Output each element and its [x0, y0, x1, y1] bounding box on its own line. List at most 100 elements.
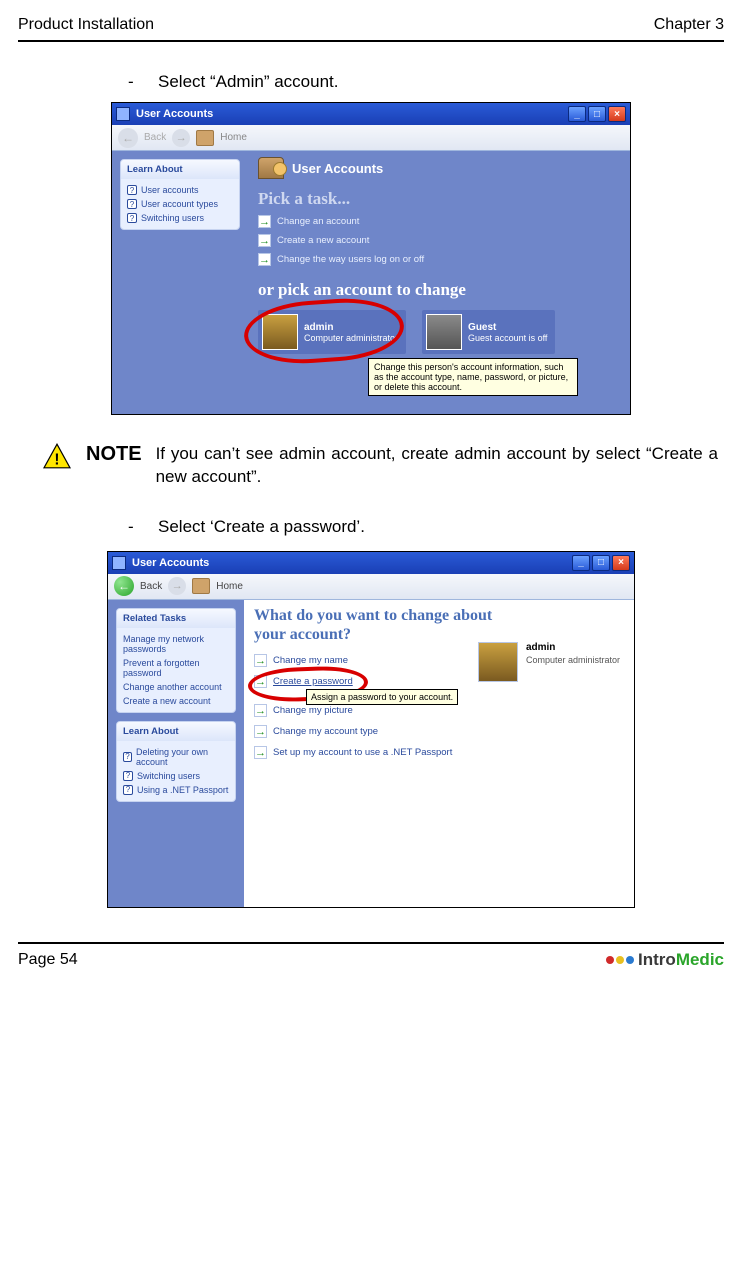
minimize-button[interactable]: _: [572, 555, 590, 571]
avatar: [262, 314, 298, 350]
header-left: Product Installation: [18, 16, 154, 34]
related-tasks-card: Related Tasks Manage my network password…: [116, 608, 236, 713]
related-item[interactable]: Manage my network passwords: [123, 632, 229, 656]
toolbar: ← Back → Home: [108, 574, 634, 600]
task-label: Change the way users log on or off: [277, 254, 424, 265]
users-icon: [258, 157, 284, 179]
side-panel: Related Tasks Manage my network password…: [108, 600, 244, 907]
dash-icon: -: [128, 517, 138, 537]
help-icon: ?: [123, 785, 133, 795]
related-label: Manage my network passwords: [123, 634, 229, 654]
account-admin[interactable]: adminComputer administrator: [258, 310, 406, 354]
home-icon[interactable]: [192, 578, 210, 594]
related-label: Prevent a forgotten password: [123, 658, 229, 678]
learn-item[interactable]: ?Using a .NET Passport: [123, 783, 229, 797]
related-label: Change another account: [123, 682, 222, 692]
home-label: Home: [220, 132, 247, 143]
task-label: Create a password: [273, 676, 353, 687]
account-role: Guest account is off: [468, 333, 547, 343]
step-2: - Select ‘Create a password’.: [128, 517, 724, 537]
task-change-picture[interactable]: → Change my picture: [254, 704, 624, 717]
learn-item-label: User accounts: [141, 185, 199, 195]
maximize-button[interactable]: □: [588, 106, 606, 122]
dash-icon: -: [128, 72, 138, 92]
warning-icon: !: [42, 443, 72, 469]
back-label: Back: [140, 581, 162, 592]
learn-item[interactable]: ?User accounts: [127, 183, 233, 197]
home-icon[interactable]: [196, 130, 214, 146]
task-passport[interactable]: →Set up my account to use a .NET Passpor…: [254, 746, 624, 759]
note-block: ! NOTE If you can’t see admin account, c…: [42, 443, 724, 489]
main-area: What do you want to change about your ac…: [244, 600, 634, 907]
brand-logo: IntroMedic: [606, 950, 724, 970]
note-text: If you can’t see admin account, create a…: [156, 443, 724, 489]
arrow-icon: →: [258, 215, 271, 228]
task-create-account[interactable]: → Create a new account: [258, 234, 620, 247]
related-item[interactable]: Prevent a forgotten password: [123, 656, 229, 680]
step-1: - Select “Admin” account.: [128, 72, 724, 92]
minimize-button[interactable]: _: [568, 106, 586, 122]
learn-item[interactable]: ? Switching users: [127, 211, 233, 225]
learn-item-label: Deleting your own account: [136, 747, 229, 767]
task-change-type[interactable]: →Change my account type: [254, 725, 624, 738]
tooltip: Change this person's account information…: [368, 358, 578, 396]
task-label: Change my picture: [273, 705, 353, 716]
arrow-icon: →: [258, 253, 271, 266]
related-item[interactable]: Create a new account: [123, 694, 229, 708]
forward-icon[interactable]: →: [168, 577, 186, 595]
task-label: Change my name: [273, 655, 348, 666]
arrow-icon: →: [258, 234, 271, 247]
learn-item-label: Switching users: [141, 213, 204, 223]
forward-icon[interactable]: →: [172, 129, 190, 147]
maximize-button[interactable]: □: [592, 555, 610, 571]
account-guest[interactable]: GuestGuest account is off: [422, 310, 555, 354]
card-title: Related Tasks: [117, 609, 235, 628]
pick-task-heading: Pick a task...: [258, 189, 620, 209]
main-title: User Accounts: [292, 161, 383, 176]
svg-text:!: !: [54, 451, 59, 468]
close-button[interactable]: ×: [608, 106, 626, 122]
window-title: User Accounts: [132, 557, 570, 569]
accounts-row: adminComputer administrator GuestGuest a…: [258, 310, 620, 354]
learn-item-label: Switching users: [137, 771, 200, 781]
learn-item-label: User account types: [141, 199, 218, 209]
account-name: admin: [304, 322, 398, 333]
learn-item[interactable]: ? Switching users: [123, 769, 229, 783]
arrow-icon: →: [254, 746, 267, 759]
window-icon: [116, 107, 130, 121]
page-footer: Page 54 IntroMedic: [18, 942, 724, 970]
toolbar: ← Back → Home: [112, 125, 630, 151]
help-icon: ?: [123, 771, 133, 781]
note-label: NOTE: [86, 443, 142, 466]
learn-item[interactable]: ? Deleting your own account: [123, 745, 229, 769]
arrow-icon: →: [254, 704, 267, 717]
task-label: Create a new account: [277, 235, 369, 246]
main-area: User Accounts Pick a task... →Change an …: [248, 151, 630, 414]
arrow-icon: →: [254, 654, 267, 667]
account-role: Computer administrator: [304, 333, 398, 343]
close-button[interactable]: ×: [612, 555, 630, 571]
logo-mark-icon: [606, 956, 634, 964]
account-role: Computer administrator: [526, 655, 620, 665]
back-label: Back: [144, 132, 166, 143]
back-icon[interactable]: ←: [114, 576, 134, 596]
task-create-password[interactable]: → Create a password: [254, 675, 624, 688]
help-icon: ?: [123, 752, 132, 762]
back-icon[interactable]: ←: [118, 128, 138, 148]
screenshot-2: User Accounts _ □ × ← Back → Home Relate…: [107, 551, 635, 908]
arrow-icon: →: [254, 675, 267, 688]
task-change-account[interactable]: →Change an account: [258, 215, 620, 228]
related-item[interactable]: Change another account: [123, 680, 229, 694]
home-label: Home: [216, 581, 243, 592]
change-heading: What do you want to change about your ac…: [254, 606, 514, 644]
titlebar: User Accounts _ □ ×: [108, 552, 634, 574]
task-label: Change my account type: [273, 726, 378, 737]
help-icon: ?: [127, 213, 137, 223]
brand-text-green: Medic: [676, 950, 724, 969]
tooltip: Assign a password to your account.: [306, 689, 458, 705]
window-icon: [112, 556, 126, 570]
learn-about-card: Learn About ?User accounts ?User account…: [120, 159, 240, 230]
brand-text-dark: Intro: [638, 950, 676, 969]
task-logon[interactable]: → Change the way users log on or off: [258, 253, 620, 266]
learn-item[interactable]: ?User account types: [127, 197, 233, 211]
